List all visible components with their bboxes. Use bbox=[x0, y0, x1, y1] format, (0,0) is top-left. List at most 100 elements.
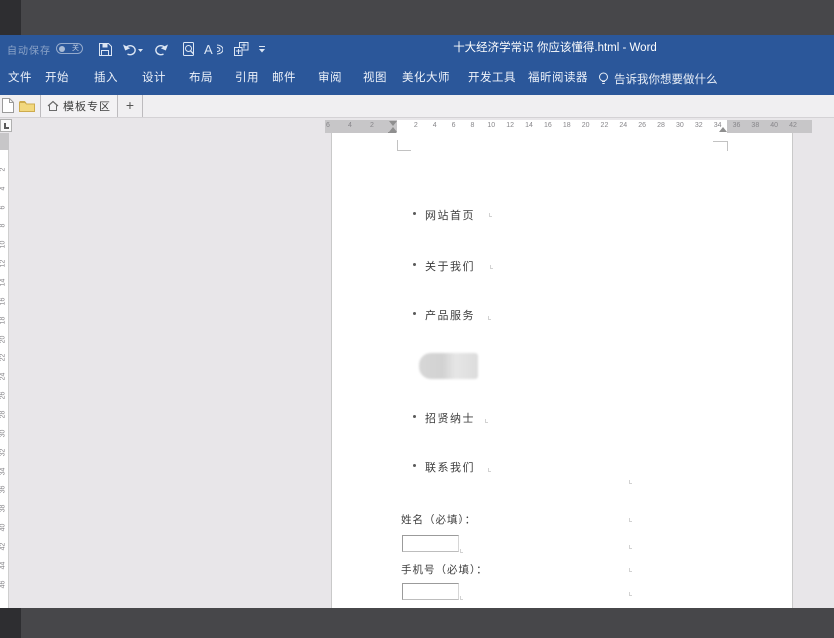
new-document-icon bbox=[2, 98, 14, 113]
tab-template-zone[interactable]: 模板专区 bbox=[40, 95, 118, 117]
ruler-number: 32 bbox=[694, 122, 703, 129]
ruler-number: 18 bbox=[562, 122, 571, 129]
list-item: 联系我们 bbox=[332, 459, 792, 474]
paragraph-mark bbox=[629, 480, 632, 484]
ruler-number: 14 bbox=[525, 122, 533, 129]
list-item-text: 产品服务 bbox=[425, 310, 475, 322]
home-icon bbox=[47, 100, 59, 111]
list-item: 关于我们 bbox=[332, 258, 792, 273]
ruler-number: 36 bbox=[732, 122, 741, 129]
paragraph-mark bbox=[460, 596, 463, 600]
blurred-image-placeholder[interactable] bbox=[419, 353, 478, 379]
ruler-number: 40 bbox=[770, 122, 779, 129]
list-item-text: 联系我们 bbox=[425, 462, 475, 474]
ruler-number: 26 bbox=[0, 391, 7, 400]
ruler-number: 44 bbox=[0, 561, 7, 570]
ribbon-tab-developer[interactable]: 开发工具 bbox=[468, 62, 516, 95]
translate-icon bbox=[233, 42, 248, 56]
ribbon-tab-insert[interactable]: 插入 bbox=[94, 62, 118, 95]
ribbon-tab-references[interactable]: 引用 bbox=[235, 62, 259, 95]
new-document-button[interactable] bbox=[2, 98, 14, 113]
ruler-number: 38 bbox=[751, 122, 760, 129]
paragraph-mark bbox=[488, 468, 491, 472]
open-folder-button[interactable] bbox=[19, 99, 37, 113]
ruler-numbers: 6 4 2 2 4 6 8 10 12 14 16 18 20 22 24 26 28 30 32 34 36 38 40 4… bbox=[325, 120, 812, 133]
ribbon-tab-home[interactable]: 开始 bbox=[45, 62, 69, 95]
phone-field-label: 手机号（必填）： bbox=[401, 564, 488, 576]
ruler-number: 34 bbox=[713, 122, 722, 129]
save-button[interactable] bbox=[96, 41, 114, 57]
new-tab-button[interactable]: + bbox=[118, 95, 143, 117]
redo-icon bbox=[154, 44, 168, 55]
ruler-number: 24 bbox=[619, 122, 628, 129]
paragraph-mark bbox=[490, 265, 493, 269]
ruler-number: 22 bbox=[600, 122, 609, 129]
ruler-number: 10 bbox=[0, 240, 7, 249]
customize-qat-button[interactable] bbox=[256, 41, 268, 57]
ribbon-tab-row: 文件 开始 插入 设计 布局 引用 邮件 审阅 视图 美化大师 开发工具 福昕阅… bbox=[0, 62, 834, 95]
ruler-number: 46 bbox=[0, 580, 7, 589]
ruler-number: 2 bbox=[370, 122, 374, 129]
ruler-number: 42 bbox=[789, 122, 797, 129]
paragraph-mark bbox=[629, 568, 632, 572]
tab-label: 模板专区 bbox=[63, 101, 111, 113]
ribbon-tab-foxit-reader[interactable]: 福昕阅读器 bbox=[528, 62, 588, 95]
save-icon bbox=[98, 42, 112, 56]
letterbox-top bbox=[0, 0, 834, 35]
letterbox-bottom bbox=[0, 608, 834, 638]
ruler-number: 6 bbox=[0, 205, 7, 210]
ruler-number: 4 bbox=[348, 122, 352, 129]
ruler-number: 42 bbox=[0, 542, 7, 551]
toggle-knob-icon bbox=[59, 45, 65, 52]
ribbon-tab-file[interactable]: 文件 bbox=[8, 62, 32, 95]
read-aloud-button[interactable]: A bbox=[203, 41, 223, 57]
redo-button[interactable] bbox=[152, 41, 170, 57]
window-title: 十大经济学常识 你应该懂得.html - Word bbox=[453, 42, 657, 54]
tell-me-box[interactable]: 告诉我你想要做什么 bbox=[598, 62, 718, 95]
ruler-number: 4 bbox=[432, 122, 437, 129]
undo-icon bbox=[123, 44, 143, 55]
ruler-number: 2 bbox=[0, 167, 7, 172]
ruler-number: 16 bbox=[543, 122, 552, 129]
paragraph-mark bbox=[488, 316, 491, 320]
ruler-number: 12 bbox=[506, 122, 515, 129]
ribbon-tab-layout[interactable]: 布局 bbox=[189, 62, 213, 95]
list-item-text: 网站首页 bbox=[425, 210, 475, 222]
first-line-indent-marker[interactable] bbox=[389, 121, 397, 126]
tab-stop-selector[interactable] bbox=[0, 119, 12, 132]
phone-input-box[interactable] bbox=[402, 583, 459, 600]
print-preview-button[interactable] bbox=[180, 41, 198, 57]
ruler-number: 8 bbox=[0, 223, 7, 228]
vertical-ruler[interactable]: 2 4 6 8 10 12 14 16 18 20 22 24 26 28 30 32 34 36 38 40 42 44… bbox=[0, 133, 9, 608]
name-input-box[interactable] bbox=[402, 535, 459, 552]
document-page[interactable]: 网站首页 关于我们 产品服务 招贤纳士 联系我们 姓名（必填）： 手机号（必填）… bbox=[331, 133, 793, 608]
ruler-number: 38 bbox=[0, 504, 7, 513]
ribbon-tab-mailings[interactable]: 邮件 bbox=[272, 62, 296, 95]
undo-button[interactable] bbox=[121, 41, 145, 57]
ribbon-tab-beautify-master[interactable]: 美化大师 bbox=[402, 62, 450, 95]
tell-me-label: 告诉我你想要做什么 bbox=[614, 73, 718, 86]
autosave-label: 自动保存 bbox=[7, 46, 51, 57]
ruler-number: 8 bbox=[470, 122, 475, 129]
autosave-toggle[interactable]: 关 bbox=[56, 43, 83, 54]
translate-button[interactable] bbox=[232, 41, 250, 57]
ribbon-tab-view[interactable]: 视图 bbox=[363, 62, 387, 95]
list-item: 招贤纳士 bbox=[332, 410, 792, 425]
horizontal-ruler[interactable]: 6 4 2 2 4 6 8 10 12 14 16 18 20 22 24 26 28 30 32 34 36 38 40 4… bbox=[325, 120, 812, 136]
ribbon-tab-review[interactable]: 审阅 bbox=[318, 62, 342, 95]
paragraph-mark bbox=[629, 518, 632, 522]
ruler-number: 4 bbox=[0, 186, 7, 191]
ruler-number: 36 bbox=[0, 486, 7, 494]
open-folder-icon bbox=[19, 101, 35, 112]
paragraph-mark bbox=[460, 549, 463, 553]
list-item-text: 招贤纳士 bbox=[425, 413, 475, 425]
text-boundary-mark-left bbox=[397, 140, 411, 151]
ribbon-tab-design[interactable]: 设计 bbox=[142, 62, 166, 95]
list-item-text: 关于我们 bbox=[425, 261, 475, 273]
tab-stop-l-icon bbox=[4, 123, 9, 129]
paragraph-mark bbox=[465, 568, 468, 572]
ruler-number: 20 bbox=[581, 122, 590, 129]
list-item: 网站首页 bbox=[332, 207, 792, 222]
ruler-number: 32 bbox=[0, 448, 7, 457]
paragraph-mark bbox=[489, 213, 492, 217]
